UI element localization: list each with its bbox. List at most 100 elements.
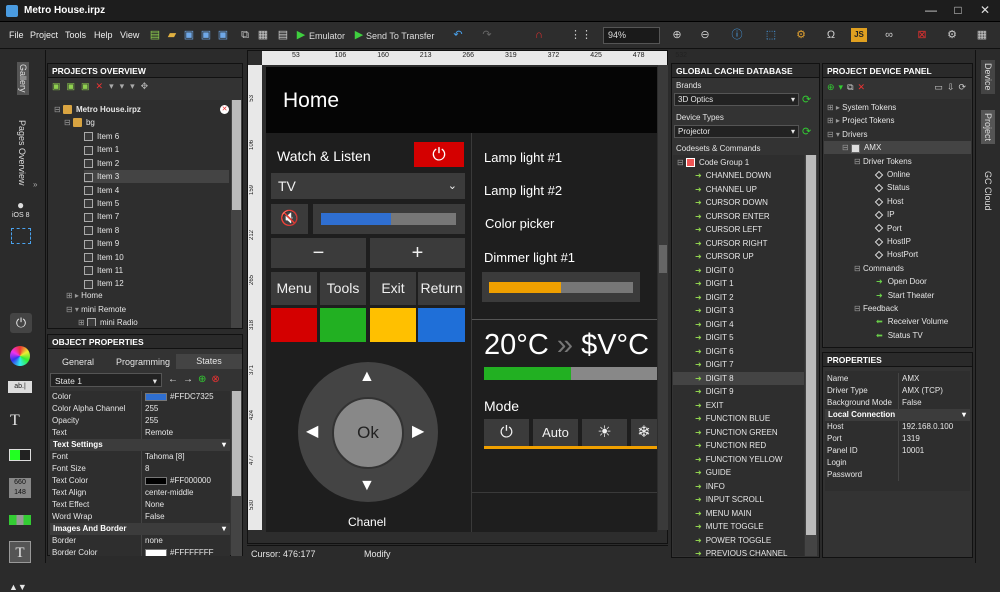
dpad-right[interactable]: ▶	[412, 421, 424, 441]
tree-home[interactable]: ⊞ ▸ Home	[66, 289, 103, 302]
prop-value[interactable]: Tahoma [8]	[141, 451, 229, 463]
command-item[interactable]: ➜ POWER TOGGLE	[673, 534, 804, 547]
tree-mini-remote[interactable]: ⊟ ▾ mini Remote	[66, 303, 126, 316]
power-tool-icon[interactable]: ⏻	[10, 313, 32, 333]
command-item[interactable]: ➜ FUNCTION YELLOW	[673, 453, 804, 466]
tab-states[interactable]: States	[176, 354, 242, 369]
tab-general[interactable]: General	[62, 357, 94, 367]
numeric-tool-icon[interactable]: 660 148	[9, 478, 31, 498]
collapse-icon[interactable]: »	[33, 180, 37, 189]
open-folder-icon[interactable]: ▰	[163, 26, 181, 44]
codesets-scrollbar[interactable]	[805, 155, 817, 556]
tv-select[interactable]: TV ⌄	[271, 173, 465, 199]
tree-item[interactable]: Item 3	[84, 170, 229, 184]
snowflake-icon[interactable]: ❄	[631, 419, 657, 446]
prop-value[interactable]: False	[141, 511, 229, 523]
zoom-in-icon[interactable]: ⊕	[668, 26, 686, 44]
prop-value[interactable]: None	[141, 499, 229, 511]
yellow-button[interactable]	[370, 308, 416, 342]
object-props-scrollbar[interactable]	[231, 391, 242, 556]
close-button[interactable]: ✕	[972, 2, 998, 18]
prop-value[interactable]: 10001	[898, 445, 968, 457]
lamp-light-1-label[interactable]: Lamp light #1	[484, 150, 562, 165]
tree-token[interactable]: HostIP	[824, 235, 971, 248]
command-item[interactable]: ➜ CURSOR UP	[673, 250, 804, 263]
minimize-button[interactable]: —	[918, 2, 944, 18]
command-item[interactable]: ➜ GUIDE	[673, 466, 804, 479]
tree-project-tokens[interactable]: ⊞ ▸ Project Tokens	[824, 114, 971, 127]
text-tool-icon[interactable]: T	[10, 412, 20, 430]
play-icon[interactable]: ▶	[292, 26, 310, 44]
tab-device[interactable]: Device	[981, 60, 995, 94]
canvas-vscrollbar[interactable]	[658, 65, 668, 530]
menu-help[interactable]: Help	[94, 30, 113, 40]
layout-grid-icon[interactable]: ▦	[973, 26, 991, 44]
tab-project[interactable]: Project	[981, 110, 995, 145]
command-item[interactable]: ➜ FUNCTION RED	[673, 439, 804, 452]
gear-icon[interactable]: ⚙	[943, 26, 961, 44]
gallery-tab[interactable]: Gallery	[17, 62, 29, 95]
command-item[interactable]: ➜ DIGIT 9	[673, 385, 804, 398]
prop-value[interactable]: AMX	[898, 373, 968, 385]
tree-item[interactable]: Item 8	[84, 224, 229, 237]
tree-feedback[interactable]: ⊟ Feedback	[824, 302, 971, 315]
label-tool-icon[interactable]: ab.|	[8, 381, 32, 393]
settings-lock-icon[interactable]: ⚙	[792, 26, 810, 44]
command-item[interactable]: ➜ DIGIT 5	[673, 331, 804, 344]
code-group[interactable]: ⊟ Code Group 1	[677, 156, 749, 169]
prop-value[interactable]	[898, 457, 968, 469]
tree-feedback-item[interactable]: ⬅ Status TV	[824, 329, 971, 342]
prop-value[interactable]: 255	[141, 415, 229, 427]
dimmer-slider-frame[interactable]	[482, 272, 640, 302]
command-item[interactable]: ➜ DIGIT 4	[673, 318, 804, 331]
tree-item[interactable]: Item 6	[84, 130, 229, 143]
power-button[interactable]: ⏻	[414, 142, 464, 167]
prop-value[interactable]: 255	[141, 403, 229, 415]
command-item[interactable]: ➜ MENU MAIN	[673, 507, 804, 520]
prop-value[interactable]: False	[898, 397, 968, 409]
refresh-types-icon[interactable]: ⟳	[802, 125, 811, 138]
command-item[interactable]: ➜ INPUT SCROLL	[673, 493, 804, 506]
tree-item[interactable]: Item 5	[84, 197, 229, 210]
plus-button[interactable]: +	[370, 238, 465, 268]
prop-value[interactable]: center-middle	[141, 487, 229, 499]
tree-item[interactable]: Item 11	[84, 264, 229, 277]
color-picker-label[interactable]: Color picker	[485, 216, 554, 231]
pages-overview-tab[interactable]: Pages Overview	[17, 120, 27, 186]
dpad-down[interactable]: ▼	[359, 477, 375, 495]
tree-item[interactable]: Item 9	[84, 237, 229, 250]
brand-select[interactable]: 3D Optics ▾	[674, 93, 799, 106]
menu-file[interactable]: File	[9, 30, 24, 40]
ok-button[interactable]: Ok	[332, 397, 404, 469]
command-item[interactable]: ➜ PREVIOUS CHANNEL	[673, 547, 804, 556]
state-select[interactable]: State 1 ▾	[50, 373, 162, 387]
tree-token[interactable]: IP	[824, 208, 971, 221]
dimmer-light-label[interactable]: Dimmer light #1	[484, 250, 575, 265]
menu-tools[interactable]: Tools	[65, 30, 86, 40]
tree-driver-tokens[interactable]: ⊟ Driver Tokens	[824, 155, 971, 168]
tab-programming[interactable]: Programming	[116, 357, 170, 367]
tree-item[interactable]: Item 4	[84, 184, 229, 197]
tree-bg[interactable]: ⊟ bg	[64, 116, 95, 129]
command-item[interactable]: ➜ DIGIT 0	[673, 264, 804, 277]
command-item[interactable]: ➜ CURSOR DOWN	[673, 196, 804, 209]
command-item[interactable]: ➜ CURSOR LEFT	[673, 223, 804, 236]
images-border-group[interactable]: Images And Border ▾	[50, 523, 230, 535]
tree-root[interactable]: ⊟ Metro House.irpz ✕	[54, 103, 229, 116]
tab-gc-cloud[interactable]: GC Cloud	[981, 168, 995, 214]
tree-item[interactable]: Item 10	[84, 251, 229, 264]
command-item[interactable]: ➜ FUNCTION BLUE	[673, 412, 804, 425]
return-button[interactable]: Return	[418, 272, 465, 305]
tree-commands[interactable]: ⊟ Commands	[824, 262, 971, 275]
prop-value[interactable]: 192.168.0.100	[898, 421, 968, 433]
send-to-transfer-button[interactable]: Send To Transfer	[366, 31, 434, 41]
command-item[interactable]: ➜ DIGIT 6	[673, 345, 804, 358]
command-item[interactable]: ➜ FUNCTION GREEN	[673, 426, 804, 439]
prop-value[interactable]: #FFDC7325	[141, 391, 229, 403]
command-item[interactable]: ➜ DIGIT 2	[673, 291, 804, 304]
tools-button[interactable]: Tools	[320, 272, 366, 305]
list-tool-icon[interactable]	[9, 515, 31, 525]
prop-value[interactable]	[898, 469, 968, 481]
remove-project-icon[interactable]: ✕	[220, 105, 229, 114]
prop-value[interactable]: Remote	[141, 427, 229, 439]
